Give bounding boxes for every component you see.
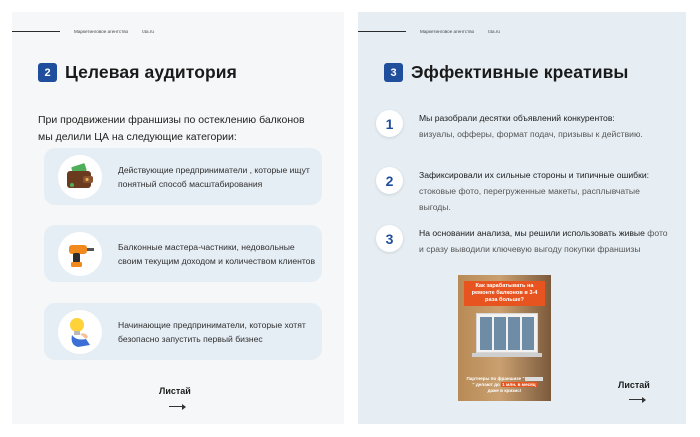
agency-label: Маркетинговое агентство: [420, 29, 475, 34]
ad-footer-brand: [524, 376, 543, 381]
balcony-window: [476, 313, 538, 353]
step-item: 3 На основании анализа, мы решили исполь…: [376, 225, 669, 257]
swipe-label[interactable]: Листай: [159, 386, 191, 396]
site-label: t4a.ru: [488, 29, 500, 34]
audience-card: Начинающие предприниматели, которые хотя…: [44, 303, 322, 360]
slide-target-audience: Маркетинговое агентство t4a.ru 2 Целевая…: [12, 12, 344, 424]
step-strong-text: Мы разобрали десятки объявлений конкурен…: [419, 113, 615, 123]
step-muted-text: визуалы, офферы, формат подач, призывы к…: [419, 129, 643, 139]
slide-header: Маркетинговое агентство t4a.ru: [12, 29, 154, 34]
step-number: 1: [376, 110, 403, 137]
audience-card: Балконные мастера-частники, недовольные …: [44, 225, 322, 282]
audience-card-text: Балконные мастера-частники, недовольные …: [118, 241, 316, 266]
step-text: Зафиксировали их сильные стороны и типич…: [419, 167, 669, 215]
step-text: На основании анализа, мы решили использо…: [419, 225, 669, 257]
lightbulb-hand-icon: [58, 309, 102, 354]
step-strong-text: Зафиксировали их сильные стороны и типич…: [419, 170, 650, 180]
step-number: 3: [376, 225, 403, 252]
slide-heading: 2 Целевая аудитория: [38, 62, 237, 83]
audience-card: Действующие предприниматели , которые ищ…: [44, 148, 322, 205]
step-text: Мы разобрали десятки объявлений конкурен…: [419, 110, 669, 142]
header-divider: [12, 31, 60, 32]
slide-effective-creatives: Маркетинговое агентство t4a.ru 3 Эффекти…: [358, 12, 686, 424]
drill-icon: [58, 231, 102, 276]
ad-footer-mid: " делают до: [472, 382, 500, 387]
agency-label: Маркетинговое агентство: [74, 29, 129, 34]
ad-creative-preview: Как зарабатывать на ремонте балконов в 3…: [458, 275, 551, 401]
ad-footer-highlight: 1 млн. в месяц: [501, 382, 537, 387]
slide-header: Маркетинговое агентство t4a.ru: [358, 29, 500, 34]
ad-footer-pre: Партнеры по франшизе ": [466, 376, 525, 381]
audience-card-text: Начинающие предприниматели, которые хотя…: [118, 319, 306, 344]
wallet-money-icon: [58, 154, 102, 199]
ad-footer-post: даже в кризис!: [487, 388, 522, 393]
slide-title: Эффективные креативы: [411, 62, 629, 82]
arrow-right-icon[interactable]: [629, 396, 646, 403]
site-label: t4a.ru: [142, 29, 154, 34]
ad-headline: Как зарабатывать на ремонте балконов в 3…: [464, 281, 545, 306]
balcony-slab: [472, 353, 542, 357]
arrow-right-icon[interactable]: [169, 403, 186, 410]
step-strong-text: На основании анализа, мы решили использо…: [419, 228, 645, 238]
section-number-badge: 3: [384, 63, 403, 82]
step-item: 2 Зафиксировали их сильные стороны и тип…: [376, 167, 669, 215]
header-divider: [358, 31, 406, 32]
slide-title: Целевая аудитория: [65, 62, 237, 82]
step-muted-text: стоковые фото, перегруженные макеты, рас…: [419, 186, 640, 212]
step-item: 1 Мы разобрали десятки объявлений конкур…: [376, 110, 669, 142]
step-number: 2: [376, 167, 403, 194]
section-number-badge: 2: [38, 63, 57, 82]
swipe-label[interactable]: Листай: [618, 380, 650, 390]
ad-footer: Партнеры по франшизе "" делают до 1 млн.…: [466, 376, 543, 394]
intro-text: При продвижении франшизы по остеклению б…: [38, 114, 305, 143]
audience-card-text: Действующие предприниматели , которые ищ…: [118, 164, 310, 189]
slide-heading: 3 Эффективные креативы: [384, 62, 628, 83]
